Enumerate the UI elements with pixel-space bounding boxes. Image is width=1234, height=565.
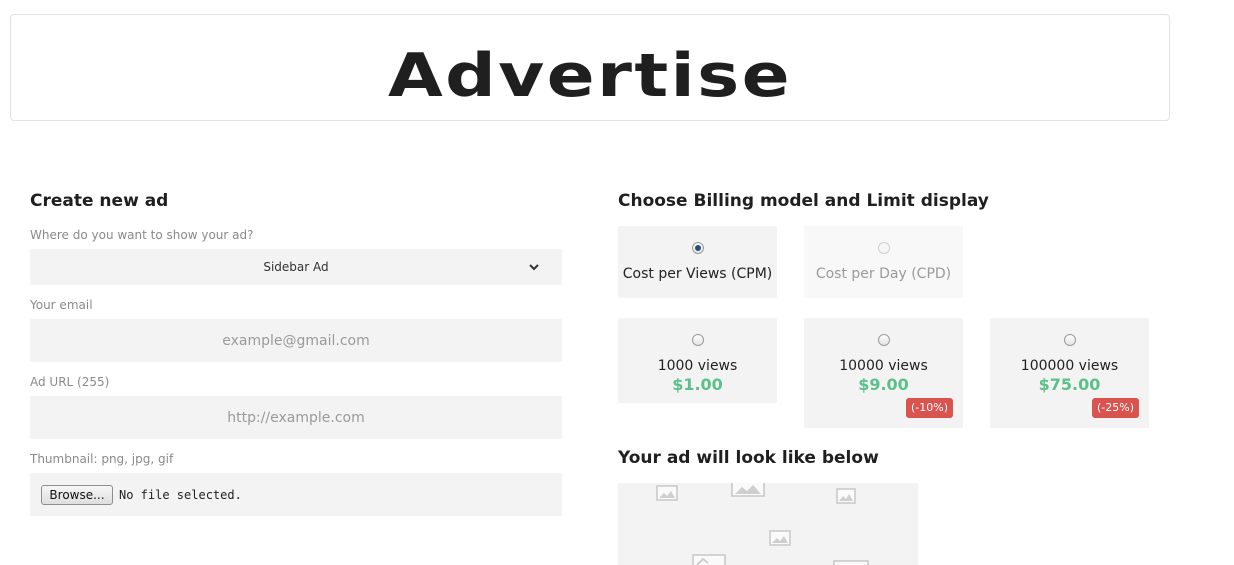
package-views-label: 1000 views (657, 358, 738, 374)
package-10000-views[interactable]: 10000 views $9.00 (-10%) (804, 318, 963, 428)
image-placeholder-icon (769, 530, 791, 546)
chevron-down-icon (529, 264, 539, 271)
header-banner: Advertise (10, 14, 1170, 121)
browse-button[interactable]: Browse... (41, 485, 113, 505)
image-placeholder-icon (833, 560, 869, 565)
package-views-label: 100000 views (1020, 358, 1119, 374)
preview-heading: Your ad will look like below (618, 448, 879, 468)
cpm-label: Cost per Views (CPM) (622, 266, 773, 282)
package-views-label: 10000 views (839, 358, 928, 374)
package-1000-views[interactable]: 1000 views $1.00 (618, 318, 777, 403)
discount-badge: (-25%) (1091, 398, 1139, 418)
discount-badge: (-10%) (905, 398, 953, 418)
package-price: $1.00 (672, 375, 723, 394)
package-10000-radio[interactable] (877, 334, 890, 346)
package-100000-radio[interactable] (1063, 334, 1076, 346)
placement-label: Where do you want to show your ad? (30, 228, 254, 242)
image-placeholder-icon (692, 554, 726, 565)
cpm-radio[interactable] (691, 242, 704, 254)
ad-preview (618, 483, 918, 565)
ad-url-label: Ad URL (255) (30, 375, 110, 389)
package-100000-views[interactable]: 100000 views $75.00 (-25%) (990, 318, 1149, 428)
package-price: $75.00 (1038, 375, 1101, 394)
placement-select[interactable]: Sidebar Ad (30, 249, 562, 285)
image-placeholder-icon (731, 483, 765, 497)
billing-heading: Choose Billing model and Limit display (618, 191, 989, 211)
image-placeholder-icon (836, 488, 856, 504)
thumbnail-label: Thumbnail: png, jpg, gif (30, 452, 174, 466)
email-field[interactable] (30, 319, 562, 362)
email-label: Your email (30, 298, 93, 312)
thumbnail-file-input: Browse... No file selected. (30, 473, 562, 516)
package-1000-radio[interactable] (691, 334, 704, 346)
file-status: No file selected. (119, 488, 242, 502)
cpd-radio (877, 242, 890, 254)
billing-option-cpd: Cost per Day (CPD) (804, 226, 963, 298)
page-title: Advertise (387, 41, 793, 111)
package-price: $9.00 (858, 375, 909, 394)
ad-url-field[interactable] (30, 396, 562, 439)
billing-option-cpm[interactable]: Cost per Views (CPM) (618, 226, 777, 298)
email-field-wrapper (30, 319, 562, 362)
placement-selected-value: Sidebar Ad (263, 260, 329, 274)
ad-url-field-wrapper (30, 396, 562, 439)
create-ad-heading: Create new ad (30, 191, 169, 211)
cpd-label: Cost per Day (CPD) (815, 266, 952, 282)
image-placeholder-icon (656, 485, 678, 501)
